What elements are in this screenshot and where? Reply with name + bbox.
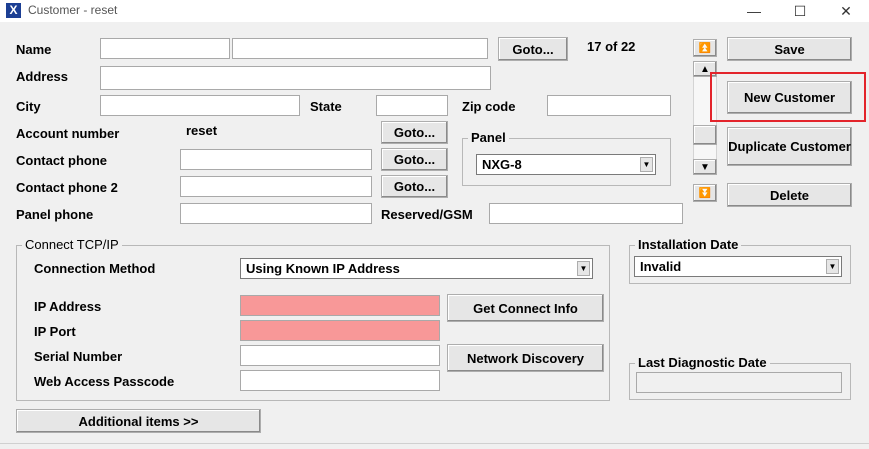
panel-phone-field[interactable] bbox=[180, 203, 372, 224]
zip-field[interactable] bbox=[547, 95, 671, 116]
panel-phone-label: Panel phone bbox=[16, 207, 94, 222]
address-label: Address bbox=[16, 69, 69, 84]
additional-items-button[interactable]: Additional items >> bbox=[16, 409, 261, 433]
first-record-icon: ⏫ bbox=[698, 42, 712, 54]
ip-port-field[interactable] bbox=[240, 320, 440, 341]
save-button[interactable]: Save bbox=[727, 37, 852, 61]
web-passcode-field[interactable] bbox=[240, 370, 440, 391]
ip-address-field[interactable] bbox=[240, 295, 440, 316]
account-goto-button[interactable]: Goto... bbox=[381, 121, 448, 144]
first-record-button[interactable]: ⏫ bbox=[693, 39, 717, 57]
installation-date-value: Invalid bbox=[640, 259, 682, 274]
contact-phone2-label: Contact phone 2 bbox=[16, 180, 118, 195]
serial-number-label: Serial Number bbox=[34, 349, 123, 364]
reserved-gsm-field[interactable] bbox=[489, 203, 683, 224]
contact-phone2-field[interactable] bbox=[180, 176, 372, 197]
reserved-gsm-label: Reserved/GSM bbox=[381, 207, 473, 222]
connection-method-select[interactable]: Using Known IP Address ▼ bbox=[240, 258, 593, 279]
bottom-divider bbox=[0, 443, 869, 444]
get-connect-info-button[interactable]: Get Connect Info bbox=[447, 294, 604, 322]
first-name-field[interactable] bbox=[100, 38, 230, 59]
connection-method-label: Connection Method bbox=[34, 261, 156, 276]
contact-phone-goto-button[interactable]: Goto... bbox=[381, 148, 448, 171]
contact-phone2-goto-button[interactable]: Goto... bbox=[381, 175, 448, 198]
last-name-field[interactable] bbox=[232, 38, 488, 59]
maximize-button[interactable]: ☐ bbox=[777, 0, 823, 22]
close-button[interactable]: ✕ bbox=[823, 0, 869, 22]
window-title: Customer - reset bbox=[28, 3, 118, 17]
contact-phone-label: Contact phone bbox=[16, 153, 107, 168]
panel-legend: Panel bbox=[468, 130, 509, 145]
last-record-button[interactable]: ⏬ bbox=[693, 184, 717, 202]
chevron-down-icon: ▼ bbox=[700, 161, 710, 173]
network-discovery-button[interactable]: Network Discovery bbox=[447, 344, 604, 372]
installation-date-select[interactable]: Invalid ▼ bbox=[634, 256, 842, 277]
ip-port-label: IP Port bbox=[34, 324, 76, 339]
last-diagnostic-legend: Last Diagnostic Date bbox=[635, 355, 770, 370]
panel-select-value: NXG-8 bbox=[482, 157, 522, 172]
ip-address-label: IP Address bbox=[34, 299, 102, 314]
state-label: State bbox=[310, 99, 342, 114]
installation-date-legend: Installation Date bbox=[635, 237, 742, 252]
city-label: City bbox=[16, 99, 41, 114]
chevron-up-icon: ▲ bbox=[700, 63, 710, 75]
city-field[interactable] bbox=[100, 95, 300, 116]
connect-tcpip-legend: Connect TCP/IP bbox=[22, 237, 122, 252]
connection-method-value: Using Known IP Address bbox=[246, 261, 400, 276]
delete-button[interactable]: Delete bbox=[727, 183, 852, 207]
chevron-down-icon[interactable]: ▼ bbox=[577, 261, 590, 276]
zip-label: Zip code bbox=[462, 99, 516, 114]
account-label: Account number bbox=[16, 126, 120, 141]
account-number-value: reset bbox=[180, 121, 372, 142]
duplicate-customer-button[interactable]: Duplicate Customer bbox=[727, 127, 852, 166]
last-record-icon: ⏬ bbox=[698, 187, 712, 199]
serial-number-field[interactable] bbox=[240, 345, 440, 366]
title-bar: X Customer - reset — ☐ ✕ bbox=[0, 0, 869, 22]
minimize-button[interactable]: — bbox=[731, 0, 777, 22]
app-icon: X bbox=[6, 3, 21, 18]
chevron-down-icon[interactable]: ▼ bbox=[826, 259, 839, 274]
address-field[interactable] bbox=[100, 66, 491, 90]
new-customer-button[interactable]: New Customer bbox=[727, 81, 852, 114]
web-passcode-label: Web Access Passcode bbox=[34, 374, 175, 389]
contact-phone-field[interactable] bbox=[180, 149, 372, 170]
record-position: 17 of 22 bbox=[587, 39, 636, 54]
state-field[interactable] bbox=[376, 95, 448, 116]
name-goto-button[interactable]: Goto... bbox=[498, 37, 568, 61]
record-scroll-thumb[interactable] bbox=[693, 125, 717, 145]
last-diagnostic-field bbox=[636, 372, 842, 393]
panel-select[interactable]: NXG-8 ▼ bbox=[476, 154, 656, 175]
name-label: Name bbox=[16, 42, 52, 57]
chevron-down-icon[interactable]: ▼ bbox=[640, 157, 653, 172]
next-record-button[interactable]: ▼ bbox=[693, 159, 717, 175]
